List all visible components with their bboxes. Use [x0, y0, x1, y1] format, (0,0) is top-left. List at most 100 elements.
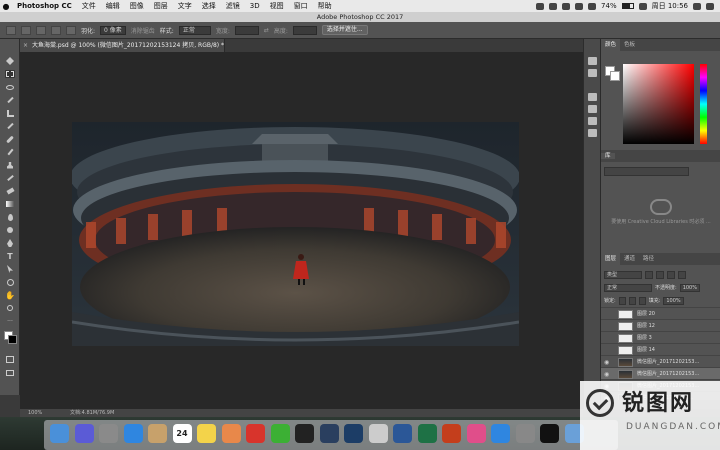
filter-type-icon[interactable]	[667, 270, 675, 279]
brush-tool-icon[interactable]	[5, 148, 15, 156]
lock-all-icon[interactable]	[638, 296, 646, 305]
history-brush-tool-icon[interactable]	[5, 174, 15, 182]
menu-select[interactable]: 选择	[197, 1, 221, 11]
menu-3d[interactable]: 3D	[245, 2, 265, 10]
terminal-icon[interactable]	[540, 424, 559, 443]
stickies-icon[interactable]	[197, 424, 216, 443]
move-tool-icon[interactable]	[5, 57, 15, 65]
color-picker-field[interactable]	[623, 64, 694, 144]
select-and-mask-button[interactable]: 选择并遮住...	[321, 25, 368, 35]
layer-filter-select[interactable]: 类型	[604, 270, 642, 279]
healing-brush-tool-icon[interactable]	[5, 135, 15, 143]
tab-channels[interactable]: 通道	[620, 253, 639, 265]
ellipse-tool-icon[interactable]	[5, 278, 15, 286]
menu-filter[interactable]: 滤镜	[221, 1, 245, 11]
pen-tool-icon[interactable]	[5, 239, 15, 247]
feather-input[interactable]: 0 像素	[100, 25, 126, 35]
volume-icon[interactable]	[588, 2, 597, 10]
document-image[interactable]	[72, 122, 519, 346]
excel-icon[interactable]	[417, 424, 437, 443]
tab-swatches[interactable]: 色板	[620, 39, 639, 51]
intersect-selection-icon[interactable]	[66, 25, 76, 35]
notification-icon[interactable]	[706, 2, 714, 10]
settings-icon[interactable]	[515, 424, 535, 443]
zoom-level[interactable]: 100%	[28, 409, 42, 417]
tab-paths[interactable]: 路径	[639, 253, 658, 265]
finder-icon[interactable]	[50, 424, 69, 443]
blend-mode-select[interactable]: 正常	[604, 283, 652, 292]
tab-color[interactable]: 颜色	[601, 39, 621, 51]
canvas-area[interactable]	[20, 52, 583, 409]
tab-libraries[interactable]: 库	[601, 153, 615, 159]
properties-panel-icon[interactable]	[588, 105, 597, 113]
close-tab-icon[interactable]: ×	[23, 39, 28, 52]
filter-adjust-icon[interactable]	[656, 270, 664, 279]
more-tools-icon[interactable]: ···	[5, 317, 15, 325]
menu-app-name[interactable]: Photoshop CC	[12, 2, 77, 10]
dodge-tool-icon[interactable]	[5, 226, 15, 234]
eyedropper-tool-icon[interactable]	[5, 122, 15, 130]
tab-layers[interactable]: 图层	[601, 253, 621, 265]
notes-icon[interactable]	[148, 424, 167, 443]
lightroom-icon[interactable]	[319, 424, 339, 443]
path-select-tool-icon[interactable]	[5, 265, 15, 273]
document-size[interactable]: 文档:4.81M/76.9M	[70, 409, 114, 417]
siri-icon[interactable]	[74, 424, 94, 443]
zoom-tool-icon[interactable]	[5, 304, 15, 312]
width-input[interactable]	[234, 25, 259, 35]
filter-pixel-icon[interactable]	[645, 270, 653, 279]
input-method-icon[interactable]	[638, 2, 647, 10]
lock-pixels-icon[interactable]	[618, 296, 626, 305]
cloud-status-icon[interactable]	[562, 2, 571, 10]
safari-icon[interactable]	[123, 424, 143, 443]
style-select[interactable]: 正常	[178, 25, 211, 35]
type-tool-icon[interactable]: T	[5, 252, 15, 261]
filter-shape-icon[interactable]	[678, 270, 686, 279]
status-app-icon[interactable]	[536, 2, 545, 10]
document-tab[interactable]: × 大鱼海棠.psd @ 100% (微信图片_20171202153124 拷…	[20, 39, 225, 52]
menu-file[interactable]: 文件	[77, 1, 101, 11]
lasso-tool-icon[interactable]	[5, 83, 15, 91]
photos-icon[interactable]	[221, 424, 241, 443]
menu-view[interactable]: 视图	[265, 1, 289, 11]
wifi-icon[interactable]	[575, 2, 584, 10]
blur-tool-icon[interactable]	[5, 213, 15, 221]
menu-window[interactable]: 窗口	[289, 1, 313, 11]
history-panel-icon[interactable]	[588, 57, 597, 65]
music163-icon[interactable]	[246, 424, 265, 443]
clone-stamp-tool-icon[interactable]	[5, 161, 15, 169]
clock[interactable]: 周日 10:56	[652, 1, 688, 11]
marquee-tool-preset[interactable]	[6, 25, 16, 35]
hand-tool-icon[interactable]: ✋	[5, 291, 15, 300]
background-color-swatch[interactable]	[8, 335, 17, 344]
library-select[interactable]	[604, 167, 689, 176]
menu-edit[interactable]: 编辑	[101, 1, 125, 11]
add-selection-icon[interactable]	[36, 25, 46, 35]
eraser-tool-icon[interactable]	[5, 187, 15, 195]
search-icon[interactable]	[693, 2, 701, 10]
wechat-status-icon[interactable]	[549, 2, 558, 10]
battery-icon[interactable]	[621, 3, 634, 9]
crop-tool-icon[interactable]	[5, 109, 15, 117]
menu-layer[interactable]: 图层	[149, 1, 173, 11]
calendar-icon[interactable]: 24	[172, 424, 192, 443]
opacity-input[interactable]: 100%	[679, 283, 700, 292]
paragraph-panel-icon[interactable]	[588, 129, 597, 137]
photoshop-icon[interactable]	[344, 424, 363, 443]
lock-position-icon[interactable]	[628, 296, 636, 305]
screen-mode-icon[interactable]	[5, 369, 15, 377]
new-selection-icon[interactable]	[21, 25, 31, 35]
subtract-selection-icon[interactable]	[51, 25, 61, 35]
itunes-icon[interactable]	[466, 424, 486, 443]
height-input[interactable]	[292, 25, 317, 35]
quick-select-tool-icon[interactable]	[5, 96, 15, 104]
wechat-icon[interactable]	[270, 424, 290, 443]
word-icon[interactable]	[393, 424, 412, 443]
adjustments-panel-icon[interactable]	[588, 93, 597, 101]
hue-slider[interactable]	[700, 64, 707, 144]
menu-help[interactable]: 帮助	[313, 1, 337, 11]
actions-panel-icon[interactable]	[588, 69, 597, 77]
powerpoint-icon[interactable]	[442, 424, 461, 443]
character-panel-icon[interactable]	[588, 117, 597, 125]
quick-mask-icon[interactable]	[5, 355, 15, 363]
